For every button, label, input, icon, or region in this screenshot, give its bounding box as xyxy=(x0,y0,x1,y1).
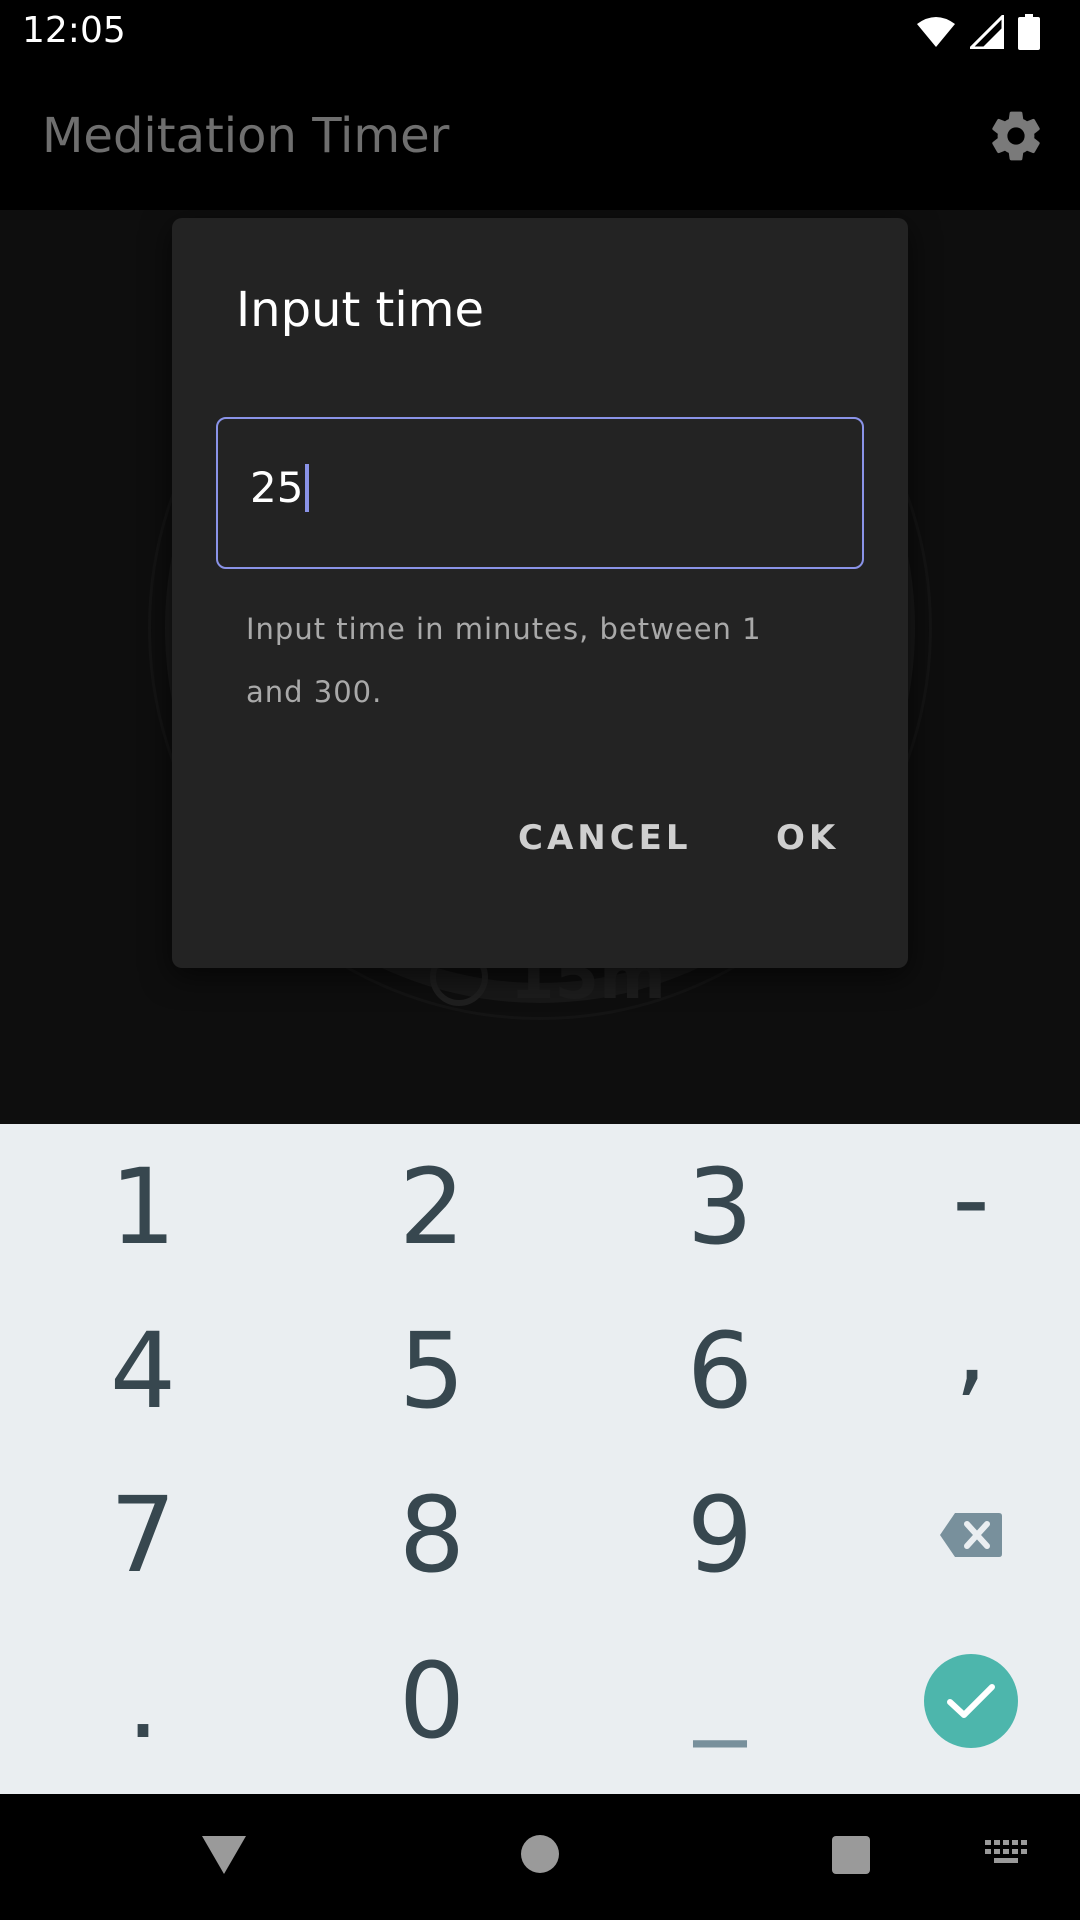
keyboard-switch-icon[interactable] xyxy=(985,1838,1029,1870)
key-6[interactable]: 6 xyxy=(585,1288,855,1454)
battery-icon xyxy=(1018,14,1040,50)
home-icon[interactable] xyxy=(521,1835,559,1873)
key-space[interactable]: _ xyxy=(585,1604,855,1770)
key-comma[interactable]: , xyxy=(836,1264,1080,1430)
wifi-icon xyxy=(917,17,955,47)
key-3[interactable]: 3 xyxy=(585,1124,855,1290)
key-8[interactable]: 8 xyxy=(297,1452,567,1618)
gear-icon[interactable] xyxy=(986,106,1046,166)
input-time-dialog: Input time 25 Input time in minutes, bet… xyxy=(172,218,908,968)
key-0[interactable]: 0 xyxy=(297,1618,567,1784)
key-5[interactable]: 5 xyxy=(297,1288,567,1454)
key-4[interactable]: 4 xyxy=(8,1288,278,1454)
key-9[interactable]: 9 xyxy=(585,1452,855,1618)
backspace-icon xyxy=(940,1513,1002,1557)
app-title: Meditation Timer xyxy=(42,108,450,164)
status-clock: 12:05 xyxy=(22,10,126,51)
enter-key[interactable] xyxy=(836,1618,1080,1784)
status-icons xyxy=(916,14,1040,50)
enter-button xyxy=(924,1654,1018,1748)
text-caret xyxy=(305,463,310,512)
key-7[interactable]: 7 xyxy=(8,1452,278,1618)
numeric-keyboard: 1 2 3 - 4 5 6 , 7 8 9 . 0 _ xyxy=(0,1124,1080,1794)
cancel-button[interactable]: CANCEL xyxy=(518,818,692,858)
navigation-bar xyxy=(0,1794,1080,1920)
ok-button[interactable]: OK xyxy=(776,818,839,858)
key-period[interactable]: . xyxy=(8,1618,278,1784)
status-bar: 12:05 xyxy=(0,0,1080,64)
back-icon[interactable] xyxy=(200,1834,248,1876)
check-icon xyxy=(947,1684,995,1718)
key-1[interactable]: 1 xyxy=(8,1124,278,1290)
time-input-value: 25 xyxy=(250,463,304,512)
time-input-value-wrap: 25 xyxy=(250,463,310,512)
dialog-title: Input time xyxy=(236,282,484,338)
cellular-signal-icon xyxy=(970,15,1004,49)
key-2[interactable]: 2 xyxy=(297,1124,567,1290)
helper-text: Input time in minutes, between 1 and 300… xyxy=(246,612,762,709)
key-minus[interactable]: - xyxy=(836,1116,1080,1282)
recents-icon[interactable] xyxy=(832,1836,870,1874)
backspace-key[interactable] xyxy=(836,1452,1080,1618)
time-input-field[interactable]: 25 xyxy=(216,417,864,569)
app-bar: Meditation Timer xyxy=(0,64,1080,210)
